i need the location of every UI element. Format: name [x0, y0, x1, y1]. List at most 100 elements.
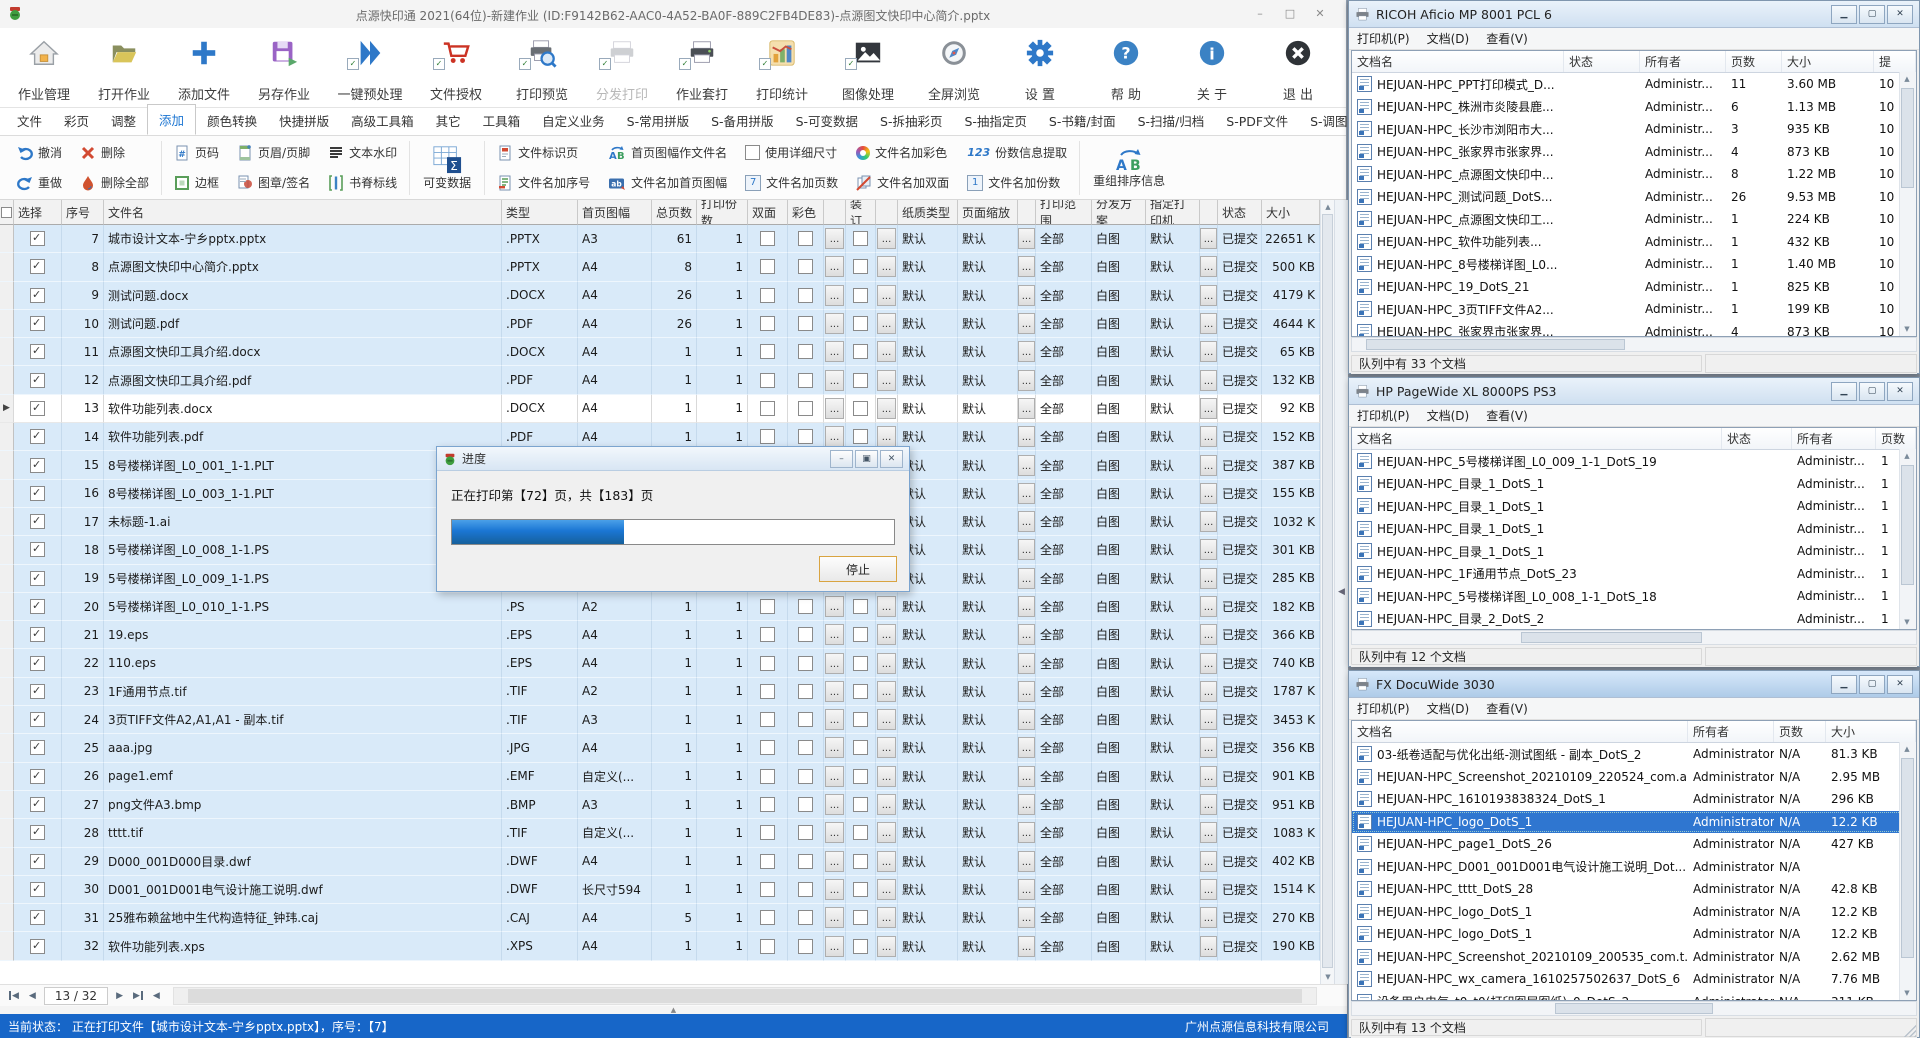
table-horizontal-scrollbar[interactable]	[173, 987, 1317, 1005]
ellipsis-button[interactable]	[1200, 511, 1217, 532]
document-row[interactable]: HEJUAN-HPC_目录_1_DotS_1Administr...1	[1352, 473, 1916, 496]
ellipsis-button[interactable]	[825, 341, 844, 362]
tab-14[interactable]: S-拆抽彩页	[869, 106, 953, 135]
column-header[interactable]: 首页图幅	[578, 200, 652, 225]
ellipsis-button[interactable]	[1200, 653, 1217, 674]
minimize-button[interactable]: –	[830, 450, 853, 468]
ellipsis-button[interactable]	[1018, 879, 1035, 900]
next-page-button[interactable]: ▶	[111, 989, 128, 1003]
document-row[interactable]: HEJUAN-HPC_长沙市浏阳市大...Administr...3935 KB…	[1352, 118, 1916, 141]
column-header[interactable]: 文档名	[1352, 428, 1722, 449]
document-row[interactable]: HEJUAN-HPC_点源图文快印工...Administr...1224 KB…	[1352, 208, 1916, 231]
open-job-button[interactable]: 打开作业	[84, 28, 164, 107]
duplex-checkbox[interactable]	[760, 288, 775, 303]
ellipsis-button[interactable]	[1200, 228, 1217, 249]
menu-item-view[interactable]: 查看(V)	[1486, 700, 1528, 717]
panel-splitter[interactable]: ◀	[1334, 200, 1348, 984]
color-checkbox[interactable]	[798, 712, 813, 727]
color-checkbox[interactable]	[798, 939, 813, 954]
tab-17[interactable]: S-扫描/归档	[1127, 106, 1216, 135]
menu-item-view[interactable]: 查看(V)	[1486, 30, 1528, 47]
menu-item-document[interactable]: 文档(D)	[1427, 407, 1470, 424]
ellipsis-button[interactable]	[1018, 539, 1035, 560]
row-checkbox[interactable]	[30, 316, 45, 331]
minimize-button[interactable]: ▁	[1831, 5, 1857, 24]
ellipsis-button[interactable]	[1018, 936, 1035, 957]
table-row[interactable]: 30D001_001D001电气设计施工说明.dwf.DWF长尺寸59411默认…	[0, 876, 1320, 904]
ellipsis-button[interactable]	[1018, 511, 1035, 532]
scroll-up-icon[interactable]: ▲	[1321, 200, 1335, 214]
row-checkbox[interactable]	[30, 373, 45, 388]
ellipsis-button[interactable]	[1200, 709, 1217, 730]
duplex-checkbox[interactable]	[760, 316, 775, 331]
column-header[interactable]: 纸质类型	[898, 200, 958, 225]
vertical-scrollbar[interactable]: ▲▼	[1899, 742, 1916, 1000]
horizontal-scrollbar[interactable]	[1351, 630, 1917, 645]
column-header[interactable]: 指定打印机	[1146, 200, 1200, 225]
ellipsis-button[interactable]	[1200, 624, 1217, 645]
scrollbar-thumb[interactable]	[1521, 632, 1701, 643]
ellipsis-button[interactable]	[1018, 737, 1035, 758]
scroll-up-icon[interactable]: ▲	[1900, 72, 1914, 86]
document-row[interactable]: HEJUAN-HPC_测试问题_DotS...Administr...269.5…	[1352, 186, 1916, 209]
binding-checkbox[interactable]	[853, 259, 868, 274]
ellipsis-button[interactable]	[877, 766, 896, 787]
ellipsis-button[interactable]	[877, 624, 896, 645]
resize-grip[interactable]	[1904, 1025, 1916, 1037]
document-row[interactable]: HEJUAN-HPC_logo_DotS_1AdministratorN/A12…	[1352, 901, 1916, 924]
row-checkbox[interactable]	[30, 939, 45, 954]
ellipsis-button[interactable]	[1200, 256, 1217, 277]
tab-7[interactable]: 高级工具箱	[340, 106, 425, 135]
color-checkbox[interactable]	[798, 656, 813, 671]
document-row[interactable]: HEJUAN-HPC_5号楼梯详图_L0_008_1-1_DotS_18Admi…	[1352, 585, 1916, 608]
column-header[interactable]: 分发方案	[1092, 200, 1146, 225]
settings-button[interactable]: 设 置	[1000, 28, 1080, 107]
ellipsis-button[interactable]	[1018, 256, 1035, 277]
ellipsis-button[interactable]	[1018, 596, 1035, 617]
row-checkbox[interactable]	[30, 740, 45, 755]
row-checkbox[interactable]	[30, 542, 45, 557]
ellipsis-button[interactable]	[1200, 455, 1217, 476]
duplex-checkbox[interactable]	[760, 939, 775, 954]
file-authorize-button[interactable]: 文件授权	[416, 28, 496, 107]
binding-checkbox[interactable]	[853, 825, 868, 840]
help-button[interactable]: ? 帮 助	[1086, 28, 1166, 107]
maximize-button[interactable]: ▣	[855, 450, 878, 468]
image-process-button[interactable]: 图像处理	[828, 28, 908, 107]
column-header[interactable]: 打印份数	[697, 200, 748, 225]
ellipsis-button[interactable]	[1200, 539, 1217, 560]
maximize-button[interactable]: ▢	[1859, 675, 1885, 694]
column-header[interactable]: 提	[1874, 51, 1916, 72]
menu-item-view[interactable]: 查看(V)	[1486, 407, 1528, 424]
column-header[interactable]: 装订	[846, 200, 876, 225]
ellipsis-button[interactable]	[1200, 766, 1217, 787]
horizontal-scrollbar[interactable]	[1351, 1001, 1917, 1016]
duplex-checkbox[interactable]	[760, 769, 775, 784]
border-button[interactable]: 边框	[165, 174, 228, 191]
ellipsis-button[interactable]	[825, 794, 844, 815]
scroll-up-icon[interactable]: ▲	[1900, 742, 1914, 756]
ellipsis-button[interactable]	[1018, 794, 1035, 815]
binding-checkbox[interactable]	[853, 316, 868, 331]
row-checkbox[interactable]	[30, 288, 45, 303]
duplex-checkbox[interactable]	[760, 656, 775, 671]
tab-12[interactable]: S-备用拼版	[700, 106, 784, 135]
duplex-checkbox[interactable]	[760, 259, 775, 274]
column-header[interactable]: 总页数	[652, 200, 697, 225]
column-header[interactable]	[876, 200, 898, 225]
row-checkbox[interactable]	[30, 769, 45, 784]
filename-add-duplex-button[interactable]: 文件名加双面	[847, 174, 958, 191]
redo-button[interactable]: 重做	[8, 174, 71, 191]
scroll-down-icon[interactable]: ▼	[1900, 322, 1914, 336]
row-checkbox[interactable]	[30, 259, 45, 274]
column-header[interactable]: 页面缩放	[958, 200, 1018, 225]
document-row[interactable]: HEJUAN-HPC_PPT打印模式_D...Administr...113.6…	[1352, 73, 1916, 96]
duplex-checkbox[interactable]	[760, 684, 775, 699]
ellipsis-button[interactable]	[1018, 483, 1035, 504]
row-checkbox[interactable]	[30, 514, 45, 529]
tab-5[interactable]: 颜色转换	[196, 106, 268, 135]
ellipsis-button[interactable]	[877, 851, 896, 872]
ellipsis-button[interactable]	[1200, 426, 1217, 447]
close-button[interactable]: ✕	[1887, 5, 1913, 24]
ellipsis-button[interactable]	[877, 709, 896, 730]
